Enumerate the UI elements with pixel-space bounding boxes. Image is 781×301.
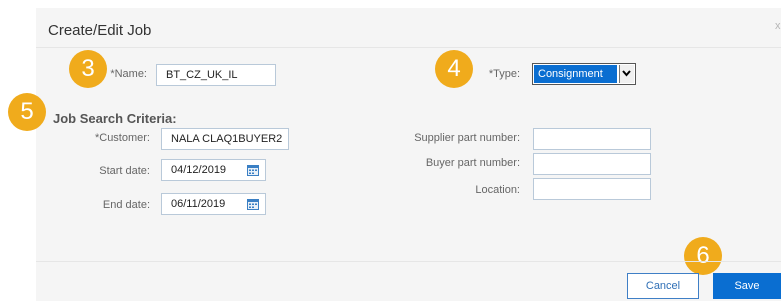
customer-label: *Customer: — [94, 132, 150, 144]
step-badge-5: 5 — [8, 93, 46, 131]
start-date-value: 04/12/2019 — [171, 164, 227, 176]
cancel-button[interactable]: Cancel — [627, 273, 699, 299]
step-badge-4: 4 — [435, 50, 473, 88]
close-icon[interactable]: x — [775, 20, 781, 32]
end-date-value: 06/11/2019 — [171, 198, 226, 210]
end-date-input[interactable]: 06/11/2019 — [161, 193, 266, 215]
dialog-panel — [36, 8, 781, 301]
supplier-part-number-input[interactable] — [533, 128, 651, 150]
calendar-icon[interactable] — [247, 164, 259, 176]
start-date-label: Start date: — [99, 165, 150, 177]
save-button[interactable]: Save — [713, 273, 781, 299]
step-badge-6: 6 — [684, 237, 722, 275]
header-divider — [36, 47, 781, 48]
buyer-part-number-input[interactable] — [533, 153, 651, 175]
location-input[interactable] — [533, 178, 651, 200]
job-search-criteria-title: Job Search Criteria: — [53, 111, 177, 126]
start-date-input[interactable]: 04/12/2019 — [161, 159, 266, 181]
name-input[interactable]: BT_CZ_UK_IL — [156, 64, 276, 86]
type-select[interactable]: Consignment — [532, 63, 636, 85]
chevron-down-icon[interactable] — [619, 65, 634, 83]
calendar-icon[interactable] — [247, 198, 259, 210]
location-label: Location: — [475, 184, 520, 196]
name-label: *Name: — [110, 68, 147, 80]
buyer-part-number-label: Buyer part number: — [425, 157, 520, 169]
type-selected-value: Consignment — [534, 65, 617, 83]
dialog-title: Create/Edit Job — [48, 22, 152, 39]
supplier-part-number-label: Supplier part number: — [414, 132, 520, 144]
footer-divider — [36, 261, 781, 262]
customer-input[interactable]: NALA CLAQ1BUYER2 — [161, 128, 289, 150]
type-label: *Type: — [488, 68, 520, 80]
end-date-label: End date: — [102, 199, 150, 211]
